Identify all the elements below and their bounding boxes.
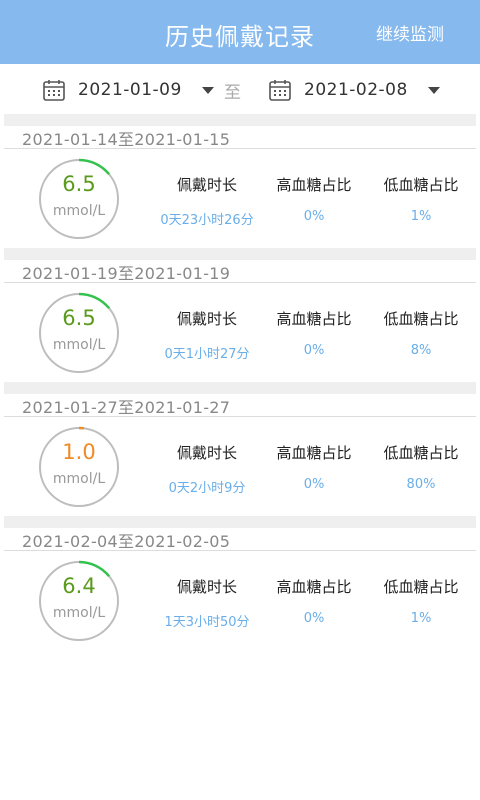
caret-down-icon [427,86,440,94]
high-glucose-label: 高血糖占比 [276,310,352,328]
low-glucose-value: 80% [406,477,436,492]
record-date-range: 2021-01-27至2021-01-27 [22,398,231,417]
record-row[interactable]: 2021-01-14至2021-01-15 6.5 mmol/L 佩戴时长 0天23小时… [0,114,480,248]
high-glucose-column: 高血糖占比 0% [254,576,374,626]
duration-label: 佩戴时长 [176,578,237,596]
record-date-range: 2021-02-04至2021-02-05 [22,532,231,551]
duration-value: 0天1小时27分 [164,347,250,362]
gauge-ring [38,560,120,642]
low-glucose-label: 低血糖占比 [383,578,459,596]
divider [4,416,476,417]
high-glucose-label: 高血糖占比 [276,176,352,194]
end-date-text: 2021-02-08 [304,80,408,100]
glucose-gauge: 1.0 mmol/L [38,426,120,508]
duration-column: 佩戴时长 0天2小时9分 [147,442,267,496]
low-glucose-label: 低血糖占比 [383,310,459,328]
record-list: 2021-01-14至2021-01-15 6.5 mmol/L 佩戴时长 0天23小时… [0,114,480,650]
high-glucose-label: 高血糖占比 [276,444,352,462]
glucose-unit: mmol/L [52,203,106,219]
duration-label: 佩戴时长 [176,444,237,462]
app-header: 历史佩戴记录 继续监测 [0,0,480,64]
glucose-value: 6.4 [62,574,96,598]
gauge-ring [38,426,120,508]
section-gap [4,248,476,260]
gauge-ring [38,158,120,240]
record-row[interactable]: 2021-01-19至2021-01-19 6.5 mmol/L 佩戴时长 0天1小时2… [0,248,480,382]
glucose-unit: mmol/L [52,605,106,621]
start-date-picker[interactable]: 2021-01-09 [42,76,214,104]
calendar-icon [43,80,65,101]
calendar-icon [269,80,291,101]
high-glucose-column: 高血糖占比 0% [254,442,374,492]
section-gap [4,382,476,394]
glucose-gauge: 6.4 mmol/L [38,560,120,642]
record-date-range: 2021-01-19至2021-01-19 [22,264,231,283]
caret-down-icon [201,86,214,94]
low-glucose-label: 低血糖占比 [383,176,459,194]
low-glucose-value: 1% [410,611,432,626]
end-date-picker[interactable]: 2021-02-08 [268,76,440,104]
low-glucose-label: 低血糖占比 [383,444,459,462]
high-glucose-value: 0% [303,477,325,492]
duration-value: 0天2小时9分 [168,481,246,496]
divider [4,282,476,283]
glucose-gauge: 6.5 mmol/L [38,292,120,374]
record-row[interactable]: 2021-01-27至2021-01-27 1.0 mmol/L 佩戴时长 0天2小时9… [0,382,480,516]
glucose-unit: mmol/L [52,471,106,487]
low-glucose-column: 低血糖占比 80% [361,442,480,492]
high-glucose-column: 高血糖占比 0% [254,174,374,224]
duration-column: 佩戴时长 0天23小时26分 [147,174,267,228]
divider [4,550,476,551]
high-glucose-value: 0% [303,209,325,224]
glucose-value: 6.5 [62,306,96,330]
section-gap [4,114,476,126]
record-date-range: 2021-01-14至2021-01-15 [22,130,231,149]
date-separator: 至 [224,83,241,103]
gauge-ring [38,292,120,374]
glucose-gauge: 6.5 mmol/L [38,158,120,240]
high-glucose-column: 高血糖占比 0% [254,308,374,358]
high-glucose-value: 0% [303,343,325,358]
glucose-value: 6.5 [62,172,96,196]
duration-column: 佩戴时长 0天1小时27分 [147,308,267,362]
duration-value: 0天23小时26分 [160,213,254,228]
high-glucose-value: 0% [303,611,325,626]
glucose-value: 1.0 [62,440,96,464]
section-gap [4,516,476,528]
low-glucose-value: 1% [410,209,432,224]
duration-value: 1天3小时50分 [164,615,250,630]
duration-column: 佩戴时长 1天3小时50分 [147,576,267,630]
start-date-text: 2021-01-09 [78,80,182,100]
low-glucose-value: 8% [410,343,432,358]
low-glucose-column: 低血糖占比 1% [361,174,480,224]
low-glucose-column: 低血糖占比 8% [361,308,480,358]
duration-label: 佩戴时长 [176,176,237,194]
duration-label: 佩戴时长 [176,310,237,328]
glucose-unit: mmol/L [52,337,106,353]
high-glucose-label: 高血糖占比 [276,578,352,596]
continue-monitoring-button[interactable]: 继续监测 [376,20,444,45]
divider [4,148,476,149]
low-glucose-column: 低血糖占比 1% [361,576,480,626]
record-row[interactable]: 2021-02-04至2021-02-05 6.4 mmol/L 佩戴时长 1天3小时5… [0,516,480,650]
